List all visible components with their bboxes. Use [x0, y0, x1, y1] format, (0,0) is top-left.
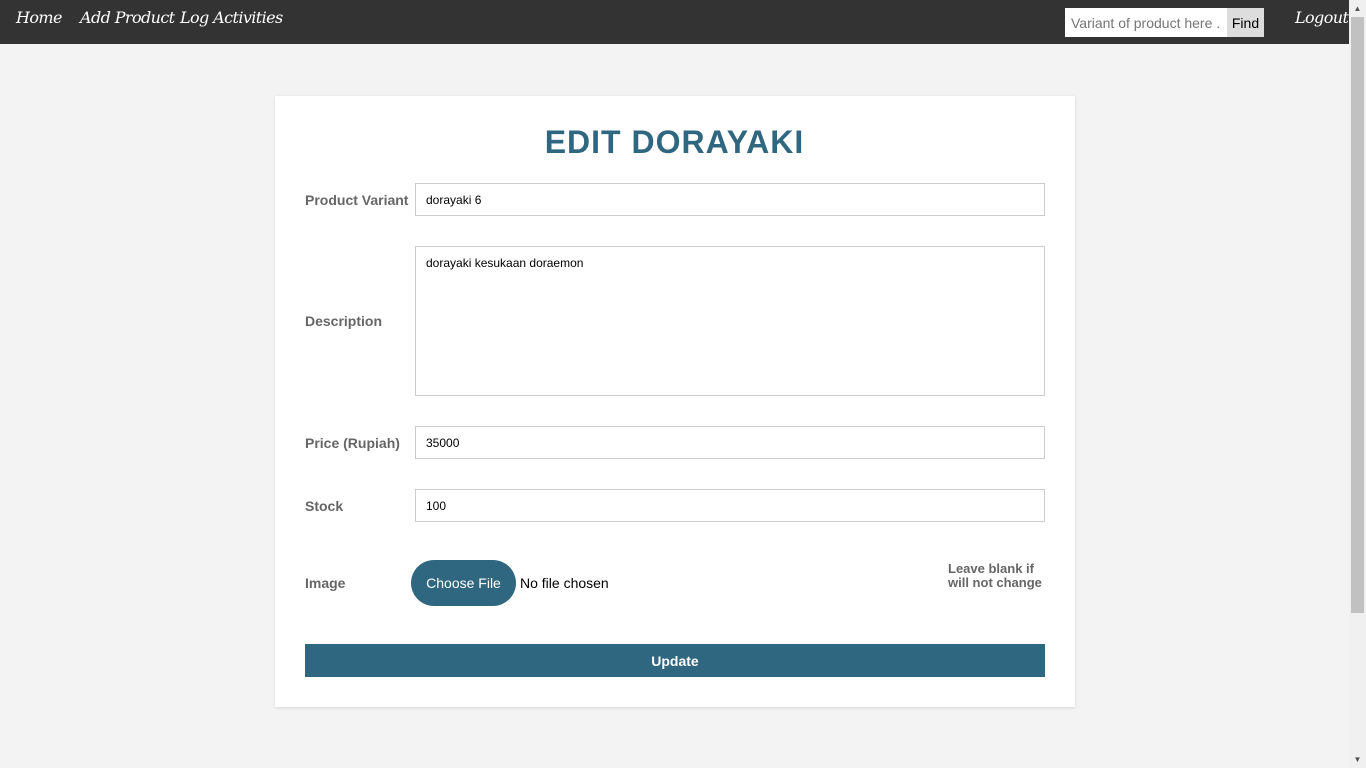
choose-file-button[interactable]: Choose File [411, 560, 516, 606]
page-title: EDIT DORAYAKI [544, 124, 805, 160]
price-input[interactable] [415, 426, 1045, 459]
top-navbar: Home Add Product Log Activities Find Log… [0, 0, 1349, 44]
image-hint-text: Leave blank if will not change [948, 561, 1042, 590]
scroll-thumb[interactable] [1351, 17, 1364, 613]
file-status-text: No file chosen [520, 575, 609, 591]
search-input[interactable] [1065, 8, 1227, 37]
price-label: Price (Rupiah) [305, 435, 400, 451]
stock-input[interactable] [415, 489, 1045, 522]
stock-label: Stock [305, 498, 344, 514]
product-variant-input[interactable] [415, 183, 1045, 216]
description-label: Description [305, 313, 383, 329]
nav-log-activities-link[interactable]: Log Activities [180, 8, 283, 27]
nav-add-product-link[interactable]: Add Product [80, 8, 175, 27]
vertical-scrollbar[interactable]: ▲ ▼ [1349, 0, 1366, 768]
logout-link[interactable]: Logout [1295, 8, 1349, 27]
scroll-down-arrow-icon[interactable]: ▼ [1349, 751, 1366, 768]
nav-home-link[interactable]: Home [16, 8, 62, 27]
image-label: Image [305, 575, 346, 591]
find-button[interactable]: Find [1227, 8, 1264, 37]
scroll-up-arrow-icon[interactable]: ▲ [1349, 0, 1366, 17]
description-textarea[interactable]: dorayaki kesukaan doraemon [415, 246, 1045, 396]
product-variant-label: Product Variant [305, 192, 409, 208]
update-button[interactable]: Update [305, 644, 1045, 677]
